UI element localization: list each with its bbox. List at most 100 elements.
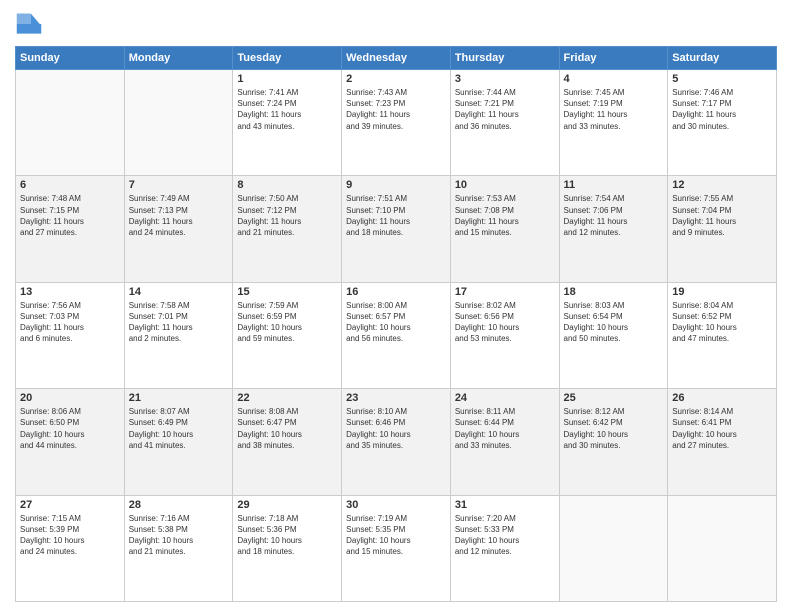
day-number: 8	[237, 179, 337, 191]
calendar-week-row: 13 Sunrise: 7:56 AM Sunset: 7:03 PM Dayli…	[16, 282, 777, 388]
day-number: 5	[672, 73, 772, 85]
day-number: 28	[129, 499, 229, 511]
day-info: Sunrise: 7:56 AM Sunset: 7:03 PM Dayligh…	[20, 300, 120, 345]
calendar-day-cell: 13 Sunrise: 7:56 AM Sunset: 7:03 PM Dayli…	[16, 282, 125, 388]
day-info: Sunrise: 7:49 AM Sunset: 7:13 PM Dayligh…	[129, 193, 229, 238]
day-number: 1	[237, 73, 337, 85]
day-number: 11	[564, 179, 664, 191]
logo	[15, 10, 47, 38]
day-number: 7	[129, 179, 229, 191]
calendar-week-row: 27 Sunrise: 7:15 AM Sunset: 5:39 PM Dayli…	[16, 495, 777, 601]
calendar-day-cell: 19 Sunrise: 8:04 AM Sunset: 6:52 PM Dayli…	[668, 282, 777, 388]
day-info: Sunrise: 7:18 AM Sunset: 5:36 PM Dayligh…	[237, 513, 337, 558]
day-info: Sunrise: 8:14 AM Sunset: 6:41 PM Dayligh…	[672, 406, 772, 451]
weekday-header: Sunday	[16, 47, 125, 70]
day-info: Sunrise: 7:50 AM Sunset: 7:12 PM Dayligh…	[237, 193, 337, 238]
day-number: 14	[129, 286, 229, 298]
weekday-header: Friday	[559, 47, 668, 70]
calendar-day-cell: 8 Sunrise: 7:50 AM Sunset: 7:12 PM Daylig…	[233, 176, 342, 282]
calendar-day-cell: 25Sunrise: 8:12 AM Sunset: 6:42 PM Dayli…	[559, 389, 668, 495]
calendar-day-cell: 2 Sunrise: 7:43 AM Sunset: 7:23 PM Daylig…	[342, 70, 451, 176]
calendar-day-cell	[559, 495, 668, 601]
day-info: Sunrise: 7:51 AM Sunset: 7:10 PM Dayligh…	[346, 193, 446, 238]
day-number: 20	[20, 392, 120, 404]
calendar-day-cell: 4 Sunrise: 7:45 AM Sunset: 7:19 PM Daylig…	[559, 70, 668, 176]
weekday-header: Monday	[124, 47, 233, 70]
day-number: 13	[20, 286, 120, 298]
calendar-day-cell: 14Sunrise: 7:58 AM Sunset: 7:01 PM Dayli…	[124, 282, 233, 388]
day-info: Sunrise: 8:11 AM Sunset: 6:44 PM Dayligh…	[455, 406, 555, 451]
calendar-day-cell: 15 Sunrise: 7:59 AM Sunset: 6:59 PM Dayli…	[233, 282, 342, 388]
day-number: 22	[237, 392, 337, 404]
day-info: Sunrise: 7:15 AM Sunset: 5:39 PM Dayligh…	[20, 513, 120, 558]
day-number: 30	[346, 499, 446, 511]
calendar-week-row: 20 Sunrise: 8:06 AM Sunset: 6:50 PM Dayli…	[16, 389, 777, 495]
calendar-day-cell	[668, 495, 777, 601]
calendar-day-cell: 29Sunrise: 7:18 AM Sunset: 5:36 PM Dayli…	[233, 495, 342, 601]
calendar-week-row: 6 Sunrise: 7:48 AM Sunset: 7:15 PM Daylig…	[16, 176, 777, 282]
day-number: 27	[20, 499, 120, 511]
day-info: Sunrise: 7:53 AM Sunset: 7:08 PM Dayligh…	[455, 193, 555, 238]
day-number: 4	[564, 73, 664, 85]
day-number: 10	[455, 179, 555, 191]
day-number: 31	[455, 499, 555, 511]
day-info: Sunrise: 8:08 AM Sunset: 6:47 PM Dayligh…	[237, 406, 337, 451]
day-info: Sunrise: 7:45 AM Sunset: 7:19 PM Dayligh…	[564, 87, 664, 132]
calendar-day-cell: 7 Sunrise: 7:49 AM Sunset: 7:13 PM Daylig…	[124, 176, 233, 282]
day-info: Sunrise: 7:54 AM Sunset: 7:06 PM Dayligh…	[564, 193, 664, 238]
day-number: 26	[672, 392, 772, 404]
weekday-header: Wednesday	[342, 47, 451, 70]
calendar-day-cell: 28 Sunrise: 7:16 AM Sunset: 5:38 PM Dayli…	[124, 495, 233, 601]
day-number: 19	[672, 286, 772, 298]
calendar-header-row: SundayMondayTuesdayWednesdayThursdayFrid…	[16, 47, 777, 70]
day-info: Sunrise: 7:44 AM Sunset: 7:21 PM Dayligh…	[455, 87, 555, 132]
calendar-day-cell: 18 Sunrise: 8:03 AM Sunset: 6:54 PM Dayli…	[559, 282, 668, 388]
day-info: Sunrise: 7:48 AM Sunset: 7:15 PM Dayligh…	[20, 193, 120, 238]
calendar-day-cell: 27 Sunrise: 7:15 AM Sunset: 5:39 PM Dayli…	[16, 495, 125, 601]
weekday-header: Thursday	[450, 47, 559, 70]
day-number: 9	[346, 179, 446, 191]
day-info: Sunrise: 7:55 AM Sunset: 7:04 PM Dayligh…	[672, 193, 772, 238]
calendar-day-cell: 9 Sunrise: 7:51 AM Sunset: 7:10 PM Daylig…	[342, 176, 451, 282]
day-info: Sunrise: 8:00 AM Sunset: 6:57 PM Dayligh…	[346, 300, 446, 345]
calendar-day-cell: 10 Sunrise: 7:53 AM Sunset: 7:08 PM Dayli…	[450, 176, 559, 282]
day-number: 6	[20, 179, 120, 191]
calendar-day-cell: 24 Sunrise: 8:11 AM Sunset: 6:44 PM Dayli…	[450, 389, 559, 495]
day-info: Sunrise: 7:43 AM Sunset: 7:23 PM Dayligh…	[346, 87, 446, 132]
day-info: Sunrise: 7:16 AM Sunset: 5:38 PM Dayligh…	[129, 513, 229, 558]
day-info: Sunrise: 7:41 AM Sunset: 7:24 PM Dayligh…	[237, 87, 337, 132]
calendar-day-cell: 30 Sunrise: 7:19 AM Sunset: 5:35 PM Dayli…	[342, 495, 451, 601]
calendar-day-cell: 21 Sunrise: 8:07 AM Sunset: 6:49 PM Dayli…	[124, 389, 233, 495]
day-number: 2	[346, 73, 446, 85]
day-number: 21	[129, 392, 229, 404]
day-info: Sunrise: 7:59 AM Sunset: 6:59 PM Dayligh…	[237, 300, 337, 345]
header	[15, 10, 777, 38]
day-number: 3	[455, 73, 555, 85]
calendar-day-cell: 31Sunrise: 7:20 AM Sunset: 5:33 PM Dayli…	[450, 495, 559, 601]
weekday-header: Saturday	[668, 47, 777, 70]
calendar-day-cell: 20 Sunrise: 8:06 AM Sunset: 6:50 PM Dayli…	[16, 389, 125, 495]
day-number: 23	[346, 392, 446, 404]
page: SundayMondayTuesdayWednesdayThursdayFrid…	[0, 0, 792, 612]
day-info: Sunrise: 8:10 AM Sunset: 6:46 PM Dayligh…	[346, 406, 446, 451]
calendar-day-cell: 1 Sunrise: 7:41 AM Sunset: 7:24 PM Daylig…	[233, 70, 342, 176]
day-info: Sunrise: 7:19 AM Sunset: 5:35 PM Dayligh…	[346, 513, 446, 558]
calendar-day-cell: 16Sunrise: 8:00 AM Sunset: 6:57 PM Dayli…	[342, 282, 451, 388]
day-info: Sunrise: 8:04 AM Sunset: 6:52 PM Dayligh…	[672, 300, 772, 345]
calendar-day-cell: 5Sunrise: 7:46 AM Sunset: 7:17 PM Daylig…	[668, 70, 777, 176]
calendar-day-cell: 3 Sunrise: 7:44 AM Sunset: 7:21 PM Daylig…	[450, 70, 559, 176]
calendar-week-row: 1 Sunrise: 7:41 AM Sunset: 7:24 PM Daylig…	[16, 70, 777, 176]
day-info: Sunrise: 8:03 AM Sunset: 6:54 PM Dayligh…	[564, 300, 664, 345]
day-info: Sunrise: 8:12 AM Sunset: 6:42 PM Dayligh…	[564, 406, 664, 451]
calendar-day-cell: 26 Sunrise: 8:14 AM Sunset: 6:41 PM Dayli…	[668, 389, 777, 495]
day-number: 24	[455, 392, 555, 404]
day-number: 15	[237, 286, 337, 298]
day-number: 18	[564, 286, 664, 298]
calendar-day-cell: 17Sunrise: 8:02 AM Sunset: 6:56 PM Dayli…	[450, 282, 559, 388]
day-info: Sunrise: 8:06 AM Sunset: 6:50 PM Dayligh…	[20, 406, 120, 451]
day-number: 17	[455, 286, 555, 298]
calendar-day-cell: 22 Sunrise: 8:08 AM Sunset: 6:47 PM Dayli…	[233, 389, 342, 495]
calendar-table: SundayMondayTuesdayWednesdayThursdayFrid…	[15, 46, 777, 602]
day-info: Sunrise: 8:07 AM Sunset: 6:49 PM Dayligh…	[129, 406, 229, 451]
calendar-day-cell: 12Sunrise: 7:55 AM Sunset: 7:04 PM Dayli…	[668, 176, 777, 282]
